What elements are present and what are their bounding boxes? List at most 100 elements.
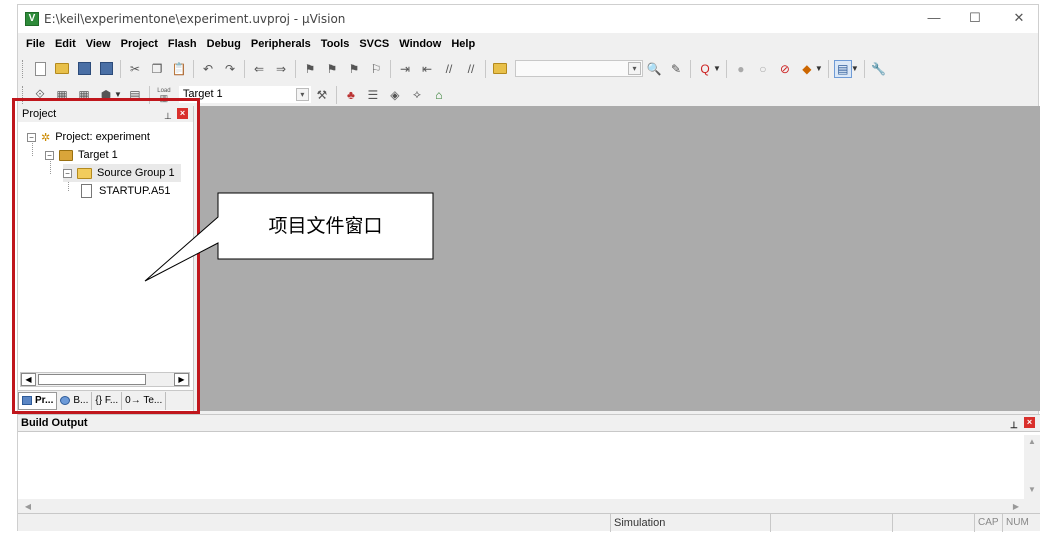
file-toolbar: ✂ ❐ 📋 ↶ ↷ ⇐ ⇒ ⚑ ⚑ ⚑ ⚐ ⇥ ⇤ // // ▾ 🔍 ✎ Q … <box>18 56 890 81</box>
window-title: E:\keil\experimentone\experiment.uvproj … <box>44 12 346 26</box>
toolbar-separator <box>485 59 486 78</box>
menu-tools[interactable]: Tools <box>316 35 355 53</box>
toolbar-separator <box>827 59 829 78</box>
toolbar-separator <box>295 59 296 78</box>
maximize-button[interactable]: ☐ <box>964 9 986 27</box>
indent-button[interactable]: ⇥ <box>396 60 414 78</box>
undo-button[interactable]: ↶ <box>199 60 217 78</box>
chevron-down-icon[interactable]: ▾ <box>628 62 641 75</box>
target-options-button[interactable]: ⚒ <box>313 86 331 104</box>
save-all-icon <box>99 62 113 75</box>
menu-svcs[interactable]: SVCS <box>354 35 394 53</box>
find-button[interactable]: 🔍 <box>645 60 663 78</box>
project-window-highlight <box>12 98 200 414</box>
menu-debug[interactable]: Debug <box>202 35 246 53</box>
build-output-header: Build Output ⊥ × <box>18 415 1040 432</box>
menu-bar: File Edit View Project Flash Debug Perip… <box>18 35 480 53</box>
redo-icon: ↷ <box>224 61 236 76</box>
menu-project[interactable]: Project <box>116 35 163 53</box>
comment-button[interactable]: // <box>440 60 458 78</box>
toolbar-separator <box>863 59 865 78</box>
select-packs-button[interactable]: ◈ <box>386 86 404 104</box>
bookmark-clear-icon: ⚐ <box>370 61 382 76</box>
toolbar-grip[interactable] <box>22 59 25 78</box>
scroll-right-icon[interactable]: ▶ <box>1008 502 1024 511</box>
paste-icon: 📋 <box>171 61 187 76</box>
find-in-files-button[interactable] <box>491 60 509 78</box>
chevron-down-icon[interactable]: ▼ <box>815 64 823 73</box>
toolbar-separator <box>244 59 245 78</box>
uncomment-icon: // <box>467 61 475 76</box>
paste-button[interactable]: 📋 <box>170 60 188 78</box>
wrench-icon: 🔧 <box>871 61 887 76</box>
scroll-down-icon[interactable]: ▼ <box>1024 485 1040 494</box>
unindent-button[interactable]: ⇤ <box>418 60 436 78</box>
scroll-left-icon[interactable]: ◀ <box>20 502 36 511</box>
clear-bookmarks-button[interactable]: ⚐ <box>367 60 385 78</box>
file-extensions-button[interactable]: ♣ <box>342 86 360 104</box>
breakpoints-kill-icon: ◆ <box>802 61 812 76</box>
menu-flash[interactable]: Flash <box>163 35 202 53</box>
kill-breakpoints-button[interactable]: ◆ <box>798 60 816 78</box>
scroll-up-icon[interactable]: ▲ <box>1024 437 1040 446</box>
status-bar: Simulation CAP NUM <box>18 513 1040 532</box>
software-packs-button[interactable]: ⌂ <box>430 86 448 104</box>
bookmark-icon: ⚑ <box>304 61 316 76</box>
open-file-button[interactable] <box>53 60 71 78</box>
insert-breakpoint-button[interactable]: ● <box>732 60 750 78</box>
status-cell-empty <box>892 514 974 532</box>
debug-icon: Q <box>700 61 710 76</box>
disable-breakpoints-button[interactable]: ⊘ <box>776 60 794 78</box>
new-file-button[interactable] <box>31 60 49 78</box>
open-folder-icon <box>55 63 69 74</box>
menu-view[interactable]: View <box>81 35 116 53</box>
new-file-icon <box>34 61 46 76</box>
navigate-back-button[interactable]: ⇐ <box>250 60 268 78</box>
insert-bookmark-button[interactable]: ⚑ <box>301 60 319 78</box>
copy-button[interactable]: ❐ <box>148 60 166 78</box>
next-bookmark-button[interactable]: ⚑ <box>345 60 363 78</box>
close-panel-icon[interactable]: × <box>1024 417 1035 428</box>
arrow-right-icon: ⇒ <box>275 61 287 76</box>
find-icon: 🔍 <box>646 61 662 76</box>
toolbar-separator <box>120 59 121 78</box>
pack-installer-icon: ⟡ <box>412 87 421 101</box>
pin-icon[interactable]: ⊥ <box>1010 417 1018 434</box>
chevron-down-icon[interactable]: ▼ <box>713 64 721 73</box>
find-in-files-icon <box>493 63 507 74</box>
software-packs-icon: ⌂ <box>435 87 443 102</box>
uncomment-button[interactable]: // <box>462 60 480 78</box>
chevron-down-icon[interactable]: ▾ <box>295 88 309 101</box>
redo-button[interactable]: ↷ <box>221 60 239 78</box>
packs-icon: ◈ <box>390 87 400 102</box>
minimize-button[interactable]: — <box>923 9 945 27</box>
breakpoint-icon: ● <box>737 61 745 76</box>
title-bar: V E:\keil\experimentone\experiment.uvpro… <box>18 5 1038 33</box>
save-all-button[interactable] <box>97 60 115 78</box>
magic-wand-icon: ⚒ <box>316 87 328 102</box>
close-window-button[interactable]: ✕ <box>1008 9 1030 27</box>
cut-button[interactable]: ✂ <box>126 60 144 78</box>
configure-button[interactable]: 🔧 <box>870 60 888 78</box>
manage-rte-button[interactable]: ☰ <box>364 86 382 104</box>
chevron-down-icon[interactable]: ▼ <box>851 64 859 73</box>
menu-file[interactable]: File <box>18 35 50 53</box>
previous-bookmark-button[interactable]: ⚑ <box>323 60 341 78</box>
menu-peripherals[interactable]: Peripherals <box>246 35 316 53</box>
pack-installer-button[interactable]: ⟡ <box>408 86 426 104</box>
build-output-vertical-scrollbar[interactable]: ▲ ▼ <box>1024 435 1040 499</box>
incremental-find-button[interactable]: ✎ <box>667 60 685 78</box>
menu-window[interactable]: Window <box>394 35 446 53</box>
navigate-forward-button[interactable]: ⇒ <box>272 60 290 78</box>
menu-help[interactable]: Help <box>446 35 480 53</box>
breakpoint-outline-icon: ○ <box>759 61 767 76</box>
menu-edit[interactable]: Edit <box>50 35 81 53</box>
build-output-title: Build Output <box>21 417 88 429</box>
enable-breakpoint-button[interactable]: ○ <box>754 60 772 78</box>
start-debug-button[interactable]: Q <box>696 60 714 78</box>
save-button[interactable] <box>75 60 93 78</box>
find-combo[interactable]: ▾ <box>515 60 643 77</box>
cut-icon: ✂ <box>129 61 141 76</box>
window-layout-button[interactable]: ▤ <box>833 59 852 78</box>
rte-icon: ☰ <box>367 87 379 102</box>
